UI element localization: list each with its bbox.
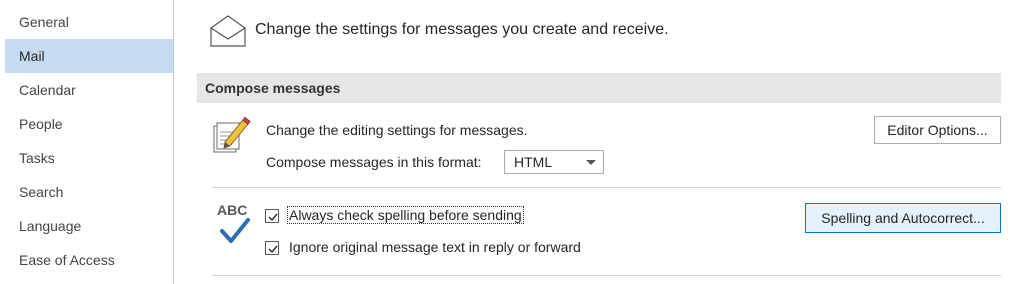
ignore-original-text-label[interactable]: Ignore original message text in reply or… xyxy=(288,239,582,255)
pencil-paper-icon xyxy=(211,114,251,154)
options-sidebar: General Mail Calendar People Tasks Searc… xyxy=(0,0,174,284)
editing-settings-description: Change the editing settings for messages… xyxy=(266,122,528,138)
sidebar-item-language[interactable]: Language xyxy=(5,209,173,243)
abc-icon-text: ABC xyxy=(217,202,248,218)
sidebar-item-search[interactable]: Search xyxy=(5,175,173,209)
compose-format-value: HTML xyxy=(514,154,553,170)
always-check-spelling-label[interactable]: Always check spelling before sending xyxy=(287,206,524,224)
chevron-down-icon xyxy=(586,160,596,165)
checkmark-icon xyxy=(220,218,250,243)
check-icon xyxy=(268,245,278,254)
spelling-autocorrect-button[interactable]: Spelling and Autocorrect... xyxy=(805,203,1001,233)
section-divider xyxy=(212,275,1001,276)
check-icon xyxy=(268,213,278,222)
sidebar-item-mail[interactable]: Mail xyxy=(5,39,173,73)
sidebar-item-tasks[interactable]: Tasks xyxy=(5,141,173,175)
always-check-spelling-checkbox[interactable] xyxy=(265,209,279,223)
envelope-icon xyxy=(209,14,247,48)
sidebar-item-ease-of-access[interactable]: Ease of Access xyxy=(5,243,173,277)
sidebar-item-general[interactable]: General xyxy=(5,5,173,39)
mail-settings-panel: Change the settings for messages you cre… xyxy=(175,0,1010,284)
compose-messages-section-header: Compose messages xyxy=(197,73,1001,103)
page-header-text: Change the settings for messages you cre… xyxy=(255,21,669,38)
sidebar-item-calendar[interactable]: Calendar xyxy=(5,73,173,107)
ignore-original-text-checkbox[interactable] xyxy=(265,241,279,255)
section-divider xyxy=(212,187,1001,188)
spelling-abc-icon: ABC xyxy=(217,202,253,246)
compose-format-label: Compose messages in this format: xyxy=(266,154,482,170)
sidebar-item-people[interactable]: People xyxy=(5,107,173,141)
compose-format-dropdown[interactable]: HTML xyxy=(504,150,604,174)
section-title: Compose messages xyxy=(205,80,341,96)
editor-options-button[interactable]: Editor Options... xyxy=(874,116,1001,144)
